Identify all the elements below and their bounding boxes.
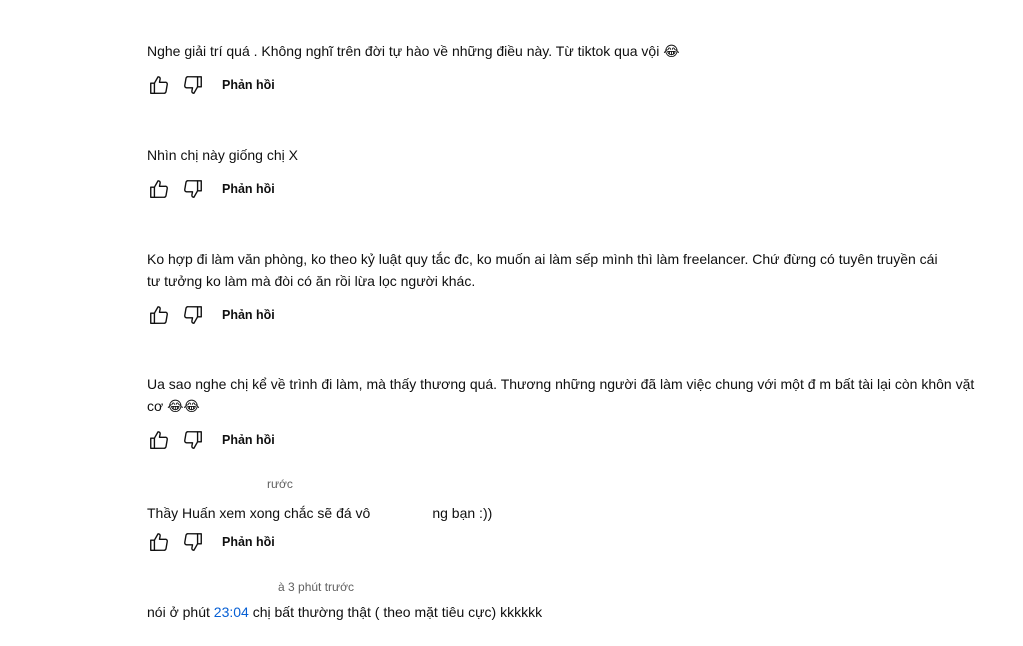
thumbs-down-icon[interactable] [181, 73, 205, 97]
comment-text: Ua sao nghe chị kể về trình đi làm, mà t… [147, 376, 975, 414]
reply-button[interactable]: Phản hồi [222, 530, 275, 554]
comment-text: Thầy Huấn xem xong chắc sẽ đá vô ng bạn :… [147, 505, 493, 521]
thumbs-down-icon[interactable] [181, 428, 205, 452]
thumbs-down-icon[interactable] [181, 303, 205, 327]
comment-meta: à 3 phút trước [147, 579, 987, 595]
thumbs-down-icon[interactable] [181, 530, 205, 554]
comment-time: rước [267, 477, 293, 491]
comment-3: Ko hợp đi làm văn phòng, ko theo kỷ luật… [147, 248, 947, 324]
comment-actions: Phản hồi [147, 73, 275, 97]
thumbs-up-icon[interactable] [147, 530, 171, 554]
comment-6: à 3 phút trước nói ở phút 23:04 chị bất … [147, 579, 987, 623]
comment-1: Nghe giải trí quá . Không nghĩ trên đời … [147, 40, 987, 94]
thumbs-up-icon[interactable] [147, 73, 171, 97]
comment-text: nói ở phút 23:04 chị bất thường thật ( t… [147, 604, 543, 620]
comment-meta: rước [147, 476, 987, 492]
comment-text: Nghe giải trí quá . Không nghĩ trên đời … [147, 43, 680, 59]
reply-button[interactable]: Phản hồi [222, 73, 275, 97]
reply-button[interactable]: Phản hồi [222, 177, 275, 201]
reply-button[interactable]: Phản hồi [222, 303, 275, 327]
comment-text: Nhìn chị này giống chị X [147, 147, 298, 163]
thumbs-up-icon[interactable] [147, 428, 171, 452]
thumbs-up-icon[interactable] [147, 177, 171, 201]
comment-text: Ko hợp đi làm văn phòng, ko theo kỷ luật… [147, 251, 938, 289]
thumbs-down-icon[interactable] [181, 177, 205, 201]
comment-actions: Phản hồi [147, 530, 275, 554]
comment-actions: Phản hồi [147, 303, 275, 327]
comment-time: à 3 phút trước [278, 580, 354, 594]
thumbs-up-icon[interactable] [147, 303, 171, 327]
comment-4: Ua sao nghe chị kể về trình đi làm, mà t… [147, 373, 977, 449]
reply-button[interactable]: Phản hồi [222, 428, 275, 452]
comment-5: rước Thầy Huấn xem xong chắc sẽ đá vô ng … [147, 476, 987, 551]
comment-actions: Phản hồi [147, 177, 275, 201]
timestamp-link[interactable]: 23:04 [214, 604, 249, 620]
comment-2: Nhìn chị này giống chị X Phản hồi [147, 144, 987, 198]
comment-actions: Phản hồi [147, 428, 275, 452]
